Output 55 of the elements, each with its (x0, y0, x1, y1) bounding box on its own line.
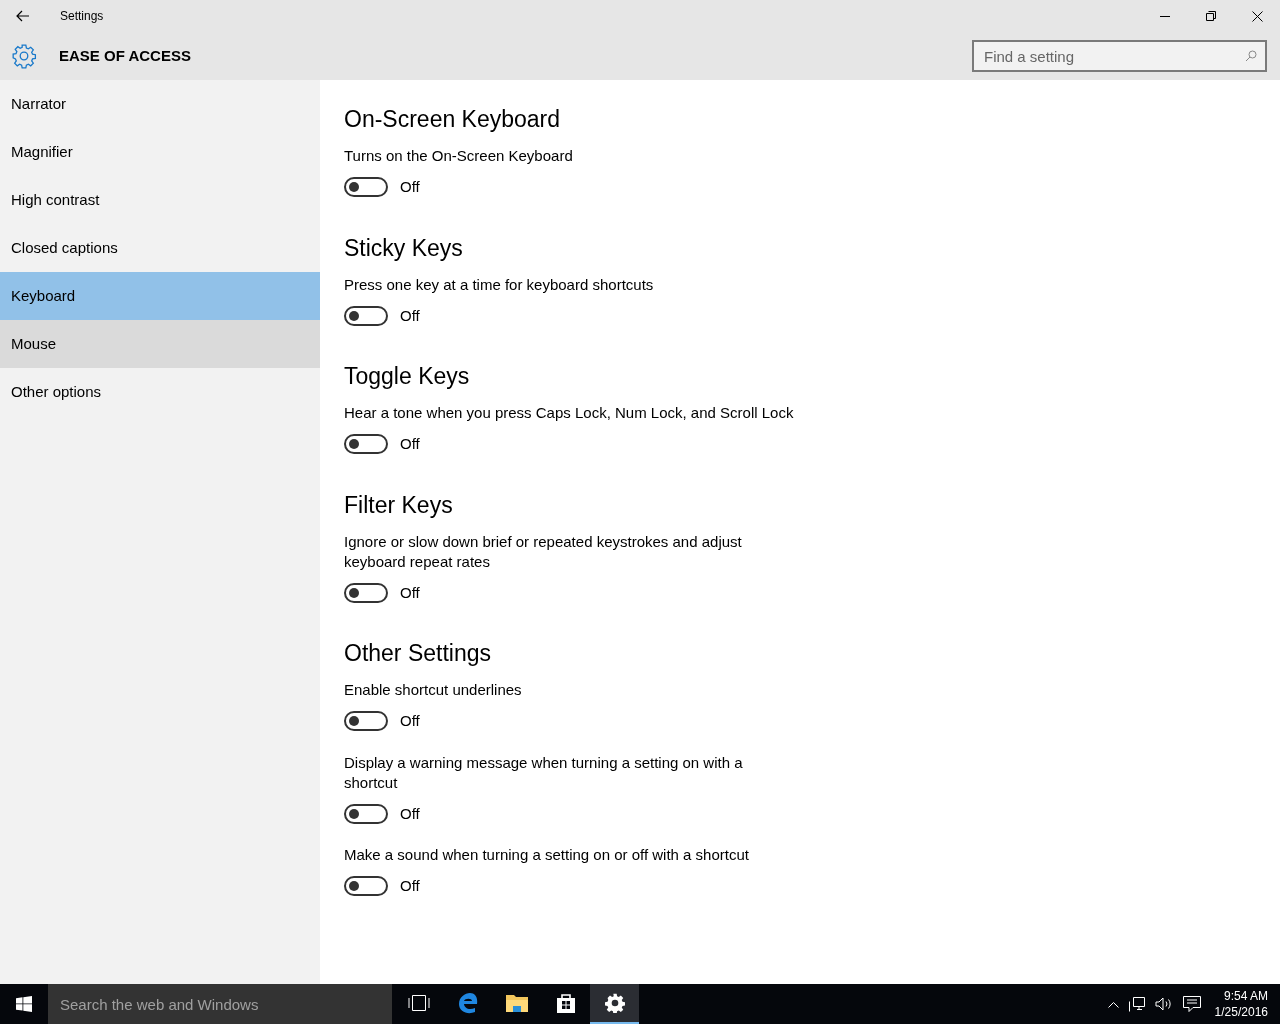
toggle-state-label: Off (400, 803, 420, 824)
gear-icon (604, 993, 625, 1013)
setting-description: Enable shortcut underlines (344, 680, 523, 700)
settings-icon (11, 43, 37, 69)
sidebar-item[interactable]: Other options (0, 368, 320, 416)
taskbar-search-field[interactable]: Search the web and Windows (48, 984, 392, 1024)
sidebar-item[interactable]: Mouse (0, 320, 320, 368)
shopping-bag-icon (555, 992, 576, 1014)
toggle-state-label: Off (400, 434, 420, 454)
setting-description: Hear a tone when you press Caps Lock, Num Lock, and Scroll Lock (344, 403, 794, 423)
section-heading: Toggle Keys (344, 362, 471, 391)
taskbar-app-button[interactable] (590, 984, 639, 1024)
sidebar-item[interactable]: Keyboard (0, 272, 320, 320)
toggle-switch[interactable] (344, 434, 388, 455)
section-heading: Other Settings (344, 639, 493, 668)
folder-icon (504, 993, 529, 1013)
volume-icon[interactable] (1154, 997, 1173, 1011)
toggle-state-label: Off (400, 711, 420, 731)
setting-description: Turns on the On-Screen Keyboard (344, 146, 574, 166)
sidebar-item[interactable]: High contrast (0, 176, 320, 224)
search-field[interactable]: Find a setting (972, 40, 1267, 72)
setting-description: Press one key at a time for keyboard shortcuts (344, 274, 655, 295)
toggle-state-label: Off (400, 305, 420, 326)
toggle-switch[interactable] (344, 876, 388, 897)
close-icon (1251, 10, 1263, 22)
caret-up-icon[interactable] (1107, 1000, 1119, 1008)
setting-description: Display a warning message when turning a setting on with a shortcut (344, 752, 744, 793)
section-heading: Sticky Keys (344, 233, 464, 263)
toggle-state-label: Off (400, 177, 420, 197)
search-icon (1245, 50, 1257, 62)
browser-e-icon (456, 992, 479, 1014)
windows-logo-icon (16, 996, 32, 1012)
toggle-switch[interactable] (344, 582, 388, 603)
toggle-switch[interactable] (344, 305, 388, 326)
sidebar-item[interactable]: Magnifier (0, 128, 320, 176)
setting-description: Make a sound when turning a setting on or off with a shortcut (344, 845, 750, 865)
page-title: EASE OF ACCESS (59, 45, 191, 66)
section-heading: On-Screen Keyboard (344, 105, 562, 134)
toggle-switch[interactable] (344, 177, 388, 198)
sidebar-item[interactable]: Narrator (0, 80, 320, 128)
sidebar-item[interactable]: Closed captions (0, 224, 320, 272)
restore-icon (1206, 11, 1216, 21)
toggle-switch[interactable] (344, 711, 388, 732)
message-icon[interactable] (1182, 996, 1201, 1012)
toggle-state-label: Off (400, 876, 420, 896)
back-arrow-icon (16, 10, 30, 22)
toggle-switch[interactable] (344, 803, 388, 824)
toggle-state-label: Off (400, 582, 420, 603)
minimize-icon (1160, 15, 1170, 17)
setting-description: Ignore or slow down brief or repeated keystrokes and adjust keyboard repeat rates (344, 531, 743, 572)
network-icon[interactable] (1128, 996, 1145, 1012)
section-heading: Filter Keys (344, 490, 454, 520)
task-view-icon (407, 995, 430, 1011)
clock[interactable]: 9:54 AM 1/25/2016 (1214, 988, 1268, 1020)
window-title: Settings (60, 8, 104, 25)
